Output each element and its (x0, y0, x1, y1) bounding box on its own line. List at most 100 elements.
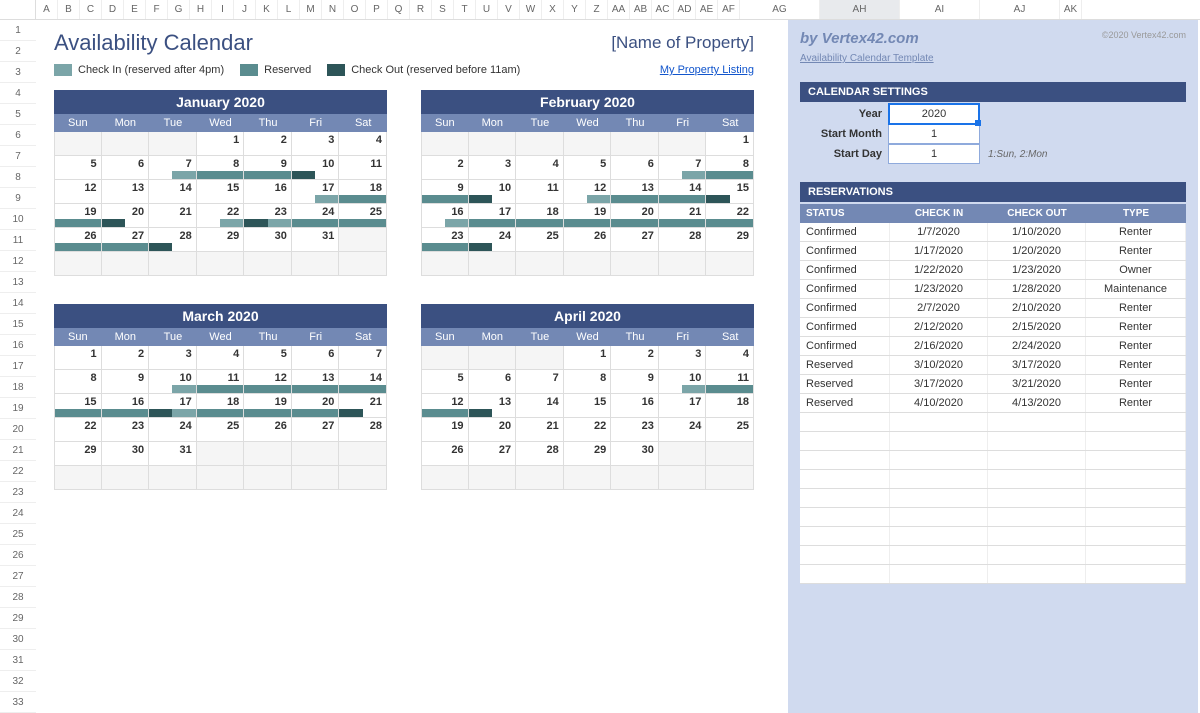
day-cell[interactable]: 25 (339, 204, 387, 228)
day-cell[interactable]: 3 (469, 156, 517, 180)
day-cell[interactable] (197, 466, 245, 490)
start-day-input[interactable]: 1 (888, 144, 980, 164)
day-cell[interactable]: 27 (102, 228, 150, 252)
day-cell[interactable]: 22 (564, 418, 612, 442)
day-cell[interactable]: 24 (659, 418, 707, 442)
day-cell[interactable] (706, 466, 754, 490)
day-cell[interactable]: 13 (292, 370, 340, 394)
reservation-row[interactable]: Confirmed2/12/20202/15/2020Renter (800, 318, 1186, 337)
reservation-row[interactable]: Confirmed2/16/20202/24/2020Renter (800, 337, 1186, 356)
day-cell[interactable]: 4 (516, 156, 564, 180)
day-cell[interactable]: 3 (149, 346, 197, 370)
day-cell[interactable]: 30 (102, 442, 150, 466)
day-cell[interactable]: 27 (292, 418, 340, 442)
day-cell[interactable]: 6 (102, 156, 150, 180)
day-cell[interactable]: 23 (611, 418, 659, 442)
day-cell[interactable]: 29 (706, 228, 754, 252)
day-cell[interactable]: 17 (292, 180, 340, 204)
day-cell[interactable] (197, 442, 245, 466)
day-cell[interactable]: 19 (421, 418, 469, 442)
column-header-T[interactable]: T (454, 0, 476, 19)
day-cell[interactable]: 1 (197, 132, 245, 156)
day-cell[interactable]: 5 (421, 370, 469, 394)
reservation-row[interactable]: Reserved4/10/20204/13/2020Renter (800, 394, 1186, 413)
row-header-4[interactable]: 4 (0, 83, 36, 104)
day-cell[interactable]: 27 (611, 228, 659, 252)
day-cell[interactable]: 13 (102, 180, 150, 204)
day-cell[interactable] (611, 252, 659, 276)
day-cell[interactable]: 14 (659, 180, 707, 204)
column-header-P[interactable]: P (366, 0, 388, 19)
day-cell[interactable]: 10 (469, 180, 517, 204)
day-cell[interactable]: 10 (292, 156, 340, 180)
row-header-9[interactable]: 9 (0, 188, 36, 209)
day-cell[interactable]: 12 (421, 394, 469, 418)
day-cell[interactable] (149, 252, 197, 276)
column-header-R[interactable]: R (410, 0, 432, 19)
day-cell[interactable]: 8 (54, 370, 102, 394)
start-month-input[interactable]: 1 (888, 124, 980, 144)
day-cell[interactable]: 4 (339, 132, 387, 156)
day-cell[interactable]: 26 (244, 418, 292, 442)
day-cell[interactable] (292, 466, 340, 490)
column-header-I[interactable]: I (212, 0, 234, 19)
day-cell[interactable] (197, 252, 245, 276)
day-cell[interactable] (102, 132, 150, 156)
day-cell[interactable]: 11 (516, 180, 564, 204)
day-cell[interactable]: 25 (516, 228, 564, 252)
day-cell[interactable]: 18 (339, 180, 387, 204)
row-header-17[interactable]: 17 (0, 356, 36, 377)
day-cell[interactable]: 12 (244, 370, 292, 394)
day-cell[interactable]: 26 (421, 442, 469, 466)
day-cell[interactable]: 10 (659, 370, 707, 394)
day-cell[interactable]: 27 (469, 442, 517, 466)
day-cell[interactable] (339, 442, 387, 466)
day-cell[interactable] (149, 466, 197, 490)
day-cell[interactable]: 19 (564, 204, 612, 228)
property-listing-link[interactable]: My Property Listing (660, 64, 754, 76)
day-cell[interactable] (421, 346, 469, 370)
day-cell[interactable]: 29 (54, 442, 102, 466)
reservation-row-empty[interactable] (800, 489, 1186, 508)
day-cell[interactable]: 26 (54, 228, 102, 252)
day-cell[interactable]: 1 (564, 346, 612, 370)
row-header-6[interactable]: 6 (0, 125, 36, 146)
corner-cell[interactable] (0, 0, 36, 19)
day-cell[interactable]: 2 (102, 346, 150, 370)
day-cell[interactable] (516, 132, 564, 156)
day-cell[interactable]: 20 (102, 204, 150, 228)
day-cell[interactable] (292, 252, 340, 276)
row-header-23[interactable]: 23 (0, 482, 36, 503)
column-header-L[interactable]: L (278, 0, 300, 19)
column-header-N[interactable]: N (322, 0, 344, 19)
column-header-M[interactable]: M (300, 0, 322, 19)
column-header-C[interactable]: C (80, 0, 102, 19)
day-cell[interactable]: 22 (706, 204, 754, 228)
day-cell[interactable]: 31 (149, 442, 197, 466)
day-cell[interactable] (244, 442, 292, 466)
column-header-G[interactable]: G (168, 0, 190, 19)
column-header-O[interactable]: O (344, 0, 366, 19)
column-header-U[interactable]: U (476, 0, 498, 19)
day-cell[interactable] (659, 466, 707, 490)
day-cell[interactable] (564, 466, 612, 490)
day-cell[interactable]: 7 (516, 370, 564, 394)
column-header-Y[interactable]: Y (564, 0, 586, 19)
day-cell[interactable]: 4 (706, 346, 754, 370)
reservation-row[interactable]: Confirmed1/22/20201/23/2020Owner (800, 261, 1186, 280)
day-cell[interactable]: 5 (244, 346, 292, 370)
year-input[interactable]: 2020 (888, 103, 980, 125)
row-header-27[interactable]: 27 (0, 566, 36, 587)
column-header-V[interactable]: V (498, 0, 520, 19)
day-cell[interactable]: 2 (244, 132, 292, 156)
row-header-3[interactable]: 3 (0, 62, 36, 83)
row-header-11[interactable]: 11 (0, 230, 36, 251)
day-cell[interactable]: 28 (516, 442, 564, 466)
row-header-24[interactable]: 24 (0, 503, 36, 524)
day-cell[interactable]: 14 (339, 370, 387, 394)
day-cell[interactable]: 5 (564, 156, 612, 180)
reservation-row-empty[interactable] (800, 565, 1186, 584)
day-cell[interactable] (516, 252, 564, 276)
row-header-21[interactable]: 21 (0, 440, 36, 461)
row-header-14[interactable]: 14 (0, 293, 36, 314)
